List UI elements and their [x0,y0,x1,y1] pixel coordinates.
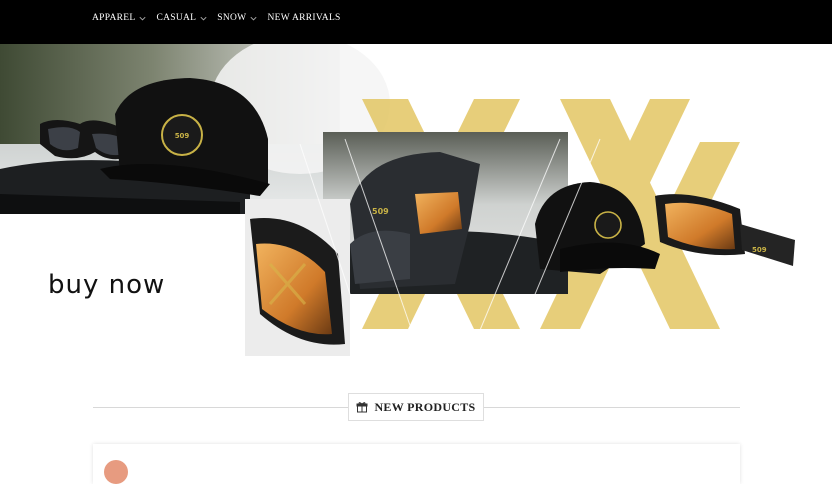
gift-icon [356,402,368,413]
section-divider-right [484,407,740,408]
product-thumbnail [104,460,128,484]
chevron-down-icon [200,16,207,20]
nav-item-apparel[interactable]: APPAREL [92,13,147,23]
section-divider-left [93,407,348,408]
nav-item-snow[interactable]: SNOW [217,13,258,23]
product-card[interactable] [93,444,740,484]
nav-item-label: APPAREL [92,13,136,23]
main-nav: APPAREL CASUAL SNOW NEW ARRIVALS [92,13,341,23]
svg-text:509: 509 [175,132,190,140]
section-title-box: NEW PRODUCTS [348,393,484,421]
hero-banner[interactable]: 509 509 509 [0,44,832,364]
nav-item-label: SNOW [217,13,247,23]
svg-text:509: 509 [372,207,389,216]
hero-artwork: 509 509 509 [0,44,795,356]
nav-item-casual[interactable]: CASUAL [156,13,208,23]
section-title: NEW PRODUCTS [374,399,476,414]
nav-item-label: CASUAL [156,13,197,23]
nav-item-new-arrivals[interactable]: NEW ARRIVALS [267,13,340,23]
chevron-down-icon [139,16,146,20]
top-navigation-bar: APPAREL CASUAL SNOW NEW ARRIVALS [0,0,832,44]
nav-item-label: NEW ARRIVALS [267,13,341,23]
buy-now-link[interactable]: buy now [48,270,165,300]
chevron-down-icon [250,16,257,20]
svg-text:509: 509 [752,246,767,254]
